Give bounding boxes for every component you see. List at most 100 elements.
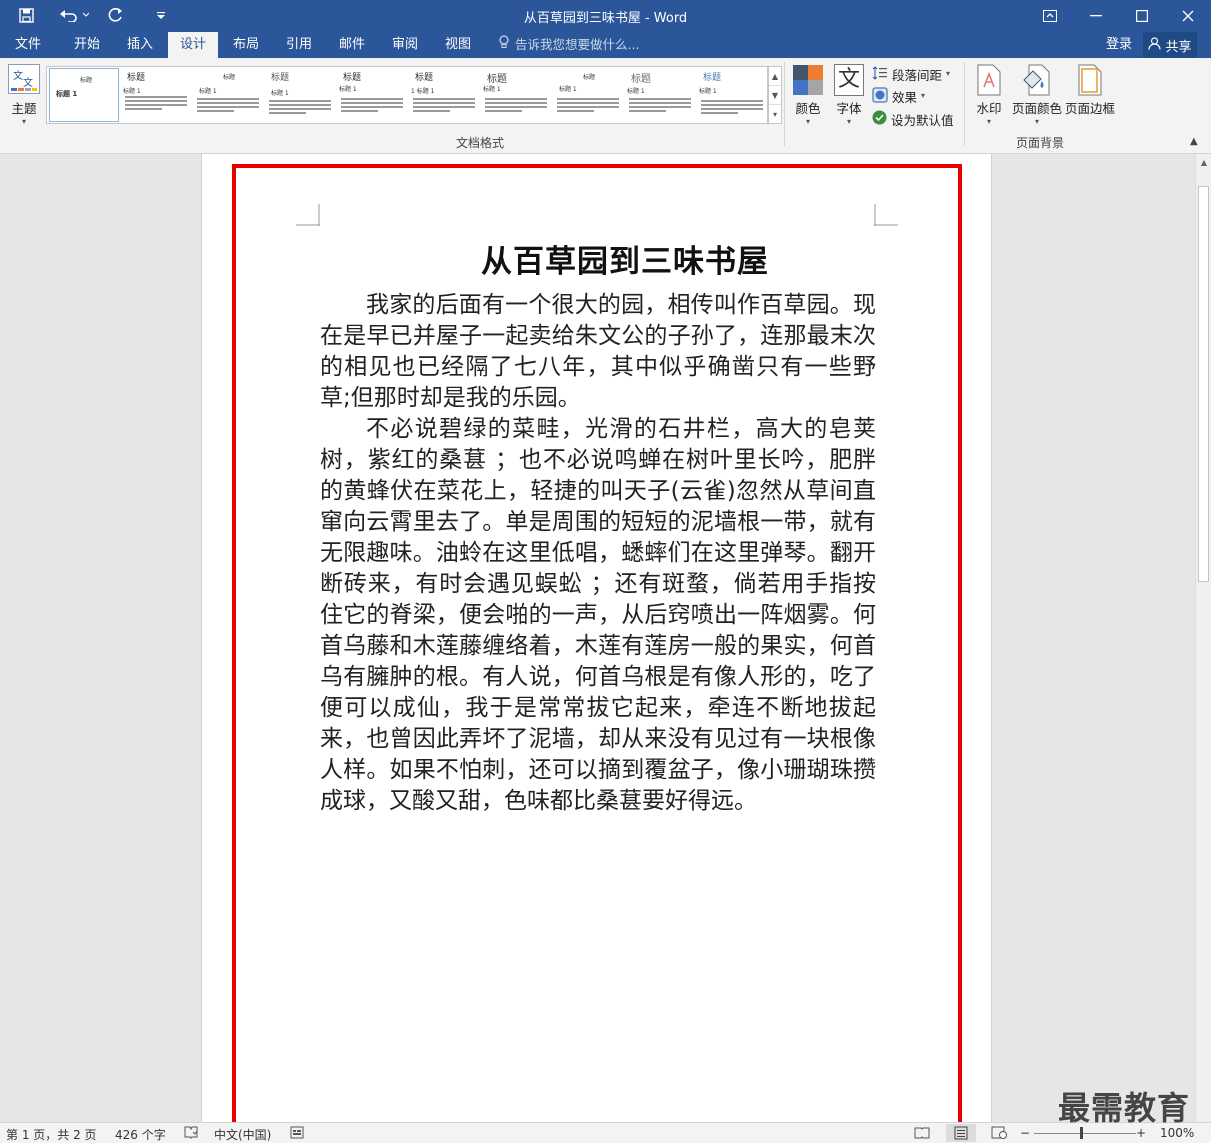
set-default-label: 设为默认值 [891,112,954,128]
document-heading[interactable]: 从百草园到三味书屋 [380,236,870,281]
gallery-down-icon[interactable]: ▼ [769,86,781,105]
undo-icon[interactable] [56,4,92,26]
watermark-icon [976,64,1002,96]
crop-mark [874,204,898,226]
style-option[interactable]: 标题 标题 1 [697,68,767,122]
close-icon[interactable] [1165,0,1211,32]
tab-mailings[interactable]: 邮件 [327,32,377,58]
style-option[interactable]: 标题 标题 1 [481,68,551,122]
page-borders-button[interactable]: 页面边框 [1064,64,1116,132]
set-default-button[interactable]: 设为默认值 [872,109,954,129]
read-mode-icon[interactable] [914,1126,930,1142]
signin-link[interactable]: 登录 [1106,32,1132,58]
paragraph-spacing-button[interactable]: 段落间距 ▾ [872,64,950,84]
tab-references[interactable]: 引用 [274,32,324,58]
proofing-icon[interactable] [184,1126,198,1142]
chevron-down-icon: ▾ [21,117,26,126]
gallery-scroll: ▲ ▼ ▾ [768,66,782,124]
gallery-more-icon[interactable]: ▾ [769,105,781,124]
scrollbar-thumb[interactable] [1198,186,1209,582]
tab-layout[interactable]: 布局 [221,32,271,58]
style-option-preview [557,98,619,114]
zoom-slider[interactable] [1034,1133,1136,1134]
crop-mark [296,204,320,226]
chevron-down-icon: ▾ [986,117,991,126]
title-bar: 从百草园到三味书屋 - Word [0,0,1211,32]
svg-text:文: 文 [13,69,23,82]
share-button[interactable]: 共享 [1143,32,1197,58]
style-option[interactable]: 标题 标题 1 [553,68,623,122]
tab-file[interactable]: 文件 [4,32,52,58]
share-label: 共享 [1165,39,1192,55]
style-gallery: 标题 标题 1 标题 标题 1 标题 标题 1 标题 标题 1 标题 标题 1 标题 1 标题 1 标题… [46,66,768,124]
paragraph-spacing-label: 段落间距 [892,67,943,83]
tab-review[interactable]: 审阅 [380,32,430,58]
themes-button[interactable]: 文文 主题 ▾ [4,64,44,132]
ribbon-tabs: 文件 开始 插入 设计 布局 引用 邮件 审阅 视图 告诉我您想要做什么... … [0,32,1211,58]
effects-label: 效果 [892,89,918,105]
ribbon-separator [784,62,785,146]
effects-button[interactable]: 效果 ▾ [872,86,925,106]
print-layout-icon[interactable] [946,1124,976,1142]
person-icon [1148,36,1162,54]
style-option-title: 标题 [487,74,507,85]
web-layout-icon[interactable] [991,1126,1007,1142]
customize-icon[interactable] [152,4,170,26]
tab-insert[interactable]: 插入 [115,32,165,58]
gallery-up-icon[interactable]: ▲ [769,67,781,86]
style-option[interactable]: 标题 标题 1 [193,68,263,122]
style-option-title: 标题 [583,74,596,81]
colors-button[interactable]: 颜色 ▾ [788,64,828,132]
page-background-group-label: 页面背景 [1015,136,1064,150]
style-option[interactable]: 标题 标题 1 [49,68,119,122]
ribbon-display-icon[interactable] [1027,0,1073,32]
watermark-button[interactable]: 水印 ▾ [970,64,1008,132]
zoom-out-icon[interactable]: − [1020,1126,1030,1140]
chevron-down-icon: ▾ [921,91,926,100]
minimize-icon[interactable] [1073,0,1119,32]
style-option-preview [413,98,475,114]
style-option[interactable]: 标题 标题 1 [121,68,191,122]
tab-view[interactable]: 视图 [433,32,483,58]
document-body[interactable]: 我家的后面有一个很大的园，相传叫作百草园。现在是早已并屋子一起卖给朱文公的子孙了… [320,290,876,817]
style-option-title: 标题 [631,74,651,85]
svg-text:文: 文 [23,76,33,89]
macro-record-icon[interactable] [290,1126,304,1142]
body-paragraph[interactable]: 我家的后面有一个很大的园，相传叫作百草园。现在是早已并屋子一起卖给朱文公的子孙了… [320,290,876,414]
style-option-preview [197,98,259,114]
page-info[interactable]: 第 1 页，共 2 页 [6,1126,97,1143]
vertical-scrollbar[interactable]: ▲ [1195,154,1211,1122]
redo-icon[interactable] [104,4,128,26]
maximize-icon[interactable] [1119,0,1165,32]
tab-home[interactable]: 开始 [62,32,112,58]
page-color-label: 页面颜色 [1012,101,1063,116]
style-option[interactable]: 标题 1 标题 1 [409,68,479,122]
language[interactable]: 中文(中国) [214,1126,271,1143]
style-option-heading: 标题 1 [339,86,357,93]
page-borders-icon [1077,64,1103,96]
page-color-button[interactable]: 页面颜色 ▾ [1012,64,1062,132]
style-option[interactable]: 标题 标题 1 [625,68,695,122]
style-option-title: 标题 [127,73,146,83]
tell-me-search[interactable]: 告诉我您想要做什么... [498,32,639,58]
scroll-up-icon[interactable]: ▲ [1196,154,1211,170]
tab-design[interactable]: 设计 [168,32,218,58]
save-icon[interactable] [14,4,38,26]
tell-me-text: 告诉我您想要做什么... [515,37,640,52]
ribbon-design: 文文 主题 ▾ 标题 标题 1 标题 标题 1 标题 标题 1 标题 标题 1 标题 标题 1 标题… [0,58,1211,154]
style-option[interactable]: 标题 标题 1 [265,68,335,122]
style-option[interactable]: 标题 标题 1 [337,68,407,122]
fonts-button[interactable]: 文 字体 ▾ [830,64,868,132]
checkmark-icon [872,110,887,128]
style-option-preview [269,100,331,116]
collapse-ribbon-icon[interactable]: ▲ [1190,136,1198,147]
colors-icon [792,64,824,96]
site-logo: 最需教育 [1058,1089,1191,1127]
word-count[interactable]: 426 个字 [115,1126,166,1143]
page-borders-label: 页面边框 [1064,101,1115,116]
body-paragraph[interactable]: 不必说碧绿的菜畦，光滑的石井栏，高大的皂荚树，紫红的桑葚 ；也不必说鸣蝉在树叶里… [320,414,876,817]
status-bar: 第 1 页，共 2 页 426 个字 中文(中国) − + 100% [0,1122,1211,1143]
style-option-title: 标题 [80,77,93,84]
ribbon-separator [964,62,965,146]
colors-label: 颜色 [795,101,821,116]
